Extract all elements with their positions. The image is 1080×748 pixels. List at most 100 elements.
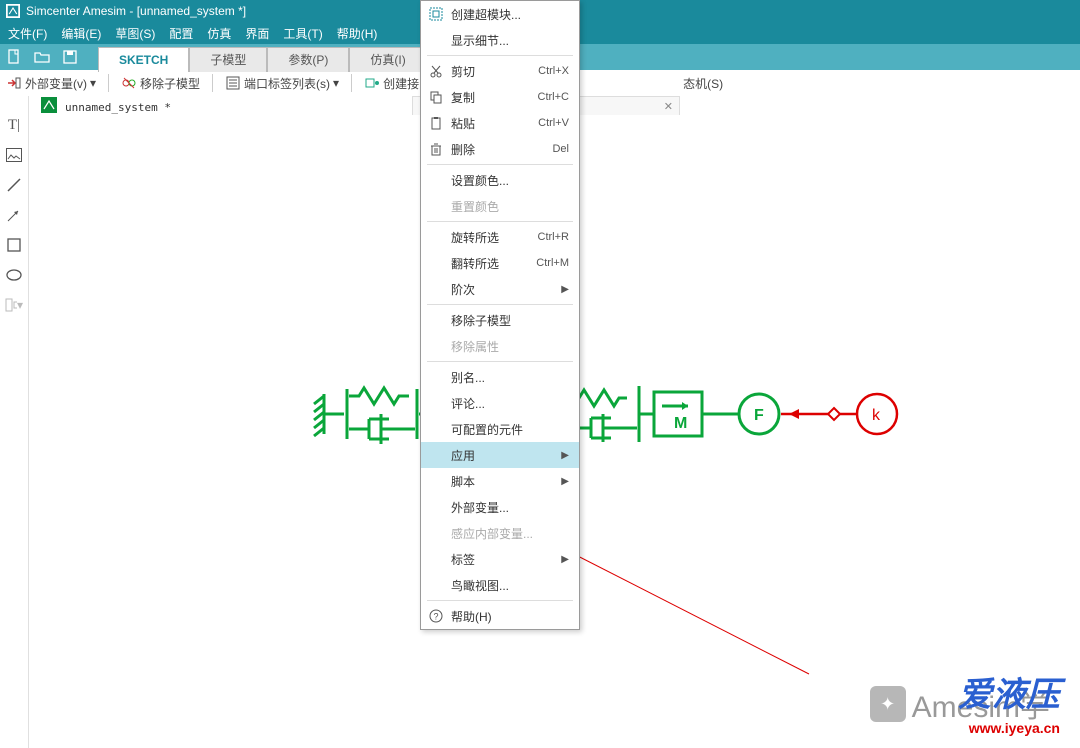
ctx-item[interactable]: 删除Del [421, 136, 579, 162]
chevron-right-icon: ▶ [561, 476, 569, 487]
ctx-label: 粘贴 [451, 115, 475, 132]
svg-text:k: k [872, 407, 881, 424]
ctx-item[interactable]: 评论... [421, 390, 579, 416]
ctx-label: 移除子模型 [451, 312, 511, 329]
ctx-item[interactable]: 鸟瞰视图... [421, 572, 579, 598]
menu-help[interactable]: 帮助(H) [337, 25, 378, 42]
ctx-label: 评论... [451, 395, 485, 412]
ctx-label: 重置颜色 [451, 198, 499, 215]
ctx-label: 设置颜色... [451, 172, 509, 189]
context-menu[interactable]: 创建超模块...显示细节...剪切Ctrl+X复制Ctrl+C粘贴Ctrl+V删… [420, 0, 580, 630]
image-tool-icon[interactable] [5, 146, 23, 164]
mode-tabs: SKETCH 子模型 参数(P) 仿真(I) [98, 45, 427, 70]
ctx-item[interactable]: 旋转所选Ctrl+R [421, 224, 579, 250]
tab-submodel[interactable]: 子模型 [189, 47, 267, 72]
ctx-item[interactable]: 设置颜色... [421, 167, 579, 193]
ctx-item: 重置颜色 [421, 193, 579, 219]
tab-simulation[interactable]: 仿真(I) [349, 47, 426, 72]
ctx-item[interactable]: 创建超模块... [421, 1, 579, 27]
doc-icon [41, 97, 57, 113]
tab-sketch[interactable]: SKETCH [98, 47, 189, 72]
rect-tool-icon[interactable] [5, 236, 23, 254]
ctx-label: 创建超模块... [451, 6, 521, 23]
align-tool-icon[interactable]: ▾ [5, 296, 23, 314]
ctx-item[interactable]: 外部变量... [421, 494, 579, 520]
dropdown-arrow-icon: ▾ [90, 76, 96, 90]
remove-submodel-button[interactable]: 移除子模型 [121, 75, 200, 92]
menu-edit[interactable]: 编辑(E) [61, 25, 101, 42]
tab-parameters[interactable]: 参数(P) [267, 47, 349, 72]
ctx-label: 帮助(H) [451, 608, 492, 625]
ctx-item[interactable]: 可配置的元件 [421, 416, 579, 442]
document-label: unnamed_system * [65, 101, 171, 114]
ctx-label: 显示细节... [451, 32, 509, 49]
watermark-brand: 爱液压 [958, 667, 1060, 716]
line-tool-icon[interactable] [5, 176, 23, 194]
ctx-label: 外部变量... [451, 499, 509, 516]
svg-text:F: F [754, 407, 764, 424]
ctx-label: 别名... [451, 369, 485, 386]
ctx-item[interactable]: 翻转所选Ctrl+M [421, 250, 579, 276]
port-label-list-button[interactable]: 端口标签列表(s)▾ [225, 75, 339, 92]
ctx-label: 复制 [451, 89, 475, 106]
copy-icon [428, 89, 444, 105]
menu-file[interactable]: 文件(F) [8, 25, 47, 42]
ctx-label: 移除属性 [451, 338, 499, 355]
selected-component[interactable] [345, 372, 419, 456]
ctx-label: 阶次 [451, 281, 475, 298]
menu-config[interactable]: 配置 [169, 25, 193, 42]
left-toolbar: T| ▾ [0, 96, 29, 748]
ctx-item[interactable]: 复制Ctrl+C [421, 84, 579, 110]
ctx-label: 应用 [451, 447, 475, 464]
ctx-item[interactable]: 阶次 ▶ [421, 276, 579, 302]
app-icon [6, 4, 20, 18]
annotation-arrow [559, 544, 819, 684]
ctx-item[interactable]: 粘贴Ctrl+V [421, 110, 579, 136]
ellipse-tool-icon[interactable] [5, 266, 23, 284]
ctx-item[interactable]: 脚本 ▶ [421, 468, 579, 494]
menu-sim[interactable]: 仿真 [207, 25, 231, 42]
svg-text:?: ? [434, 612, 439, 622]
chevron-right-icon: ▶ [561, 284, 569, 295]
ctx-item: 感应内部变量... [421, 520, 579, 546]
ctx-label: 剪切 [451, 63, 475, 80]
ctx-label: 鸟瞰视图... [451, 577, 509, 594]
ctx-item[interactable]: 应用 ▶ [421, 442, 579, 468]
external-var-button[interactable]: 外部变量(v)▾ [6, 75, 96, 92]
menu-tools[interactable]: 工具(T) [283, 25, 322, 42]
window-title: Simcenter Amesim - [unnamed_system *] [26, 4, 246, 18]
close-icon[interactable]: ✕ [664, 100, 673, 113]
ctx-item[interactable]: 标签▶ [421, 546, 579, 572]
paste-icon [428, 115, 444, 131]
chevron-right-icon: ▶ [561, 554, 569, 565]
ctx-item[interactable]: 别名... [421, 364, 579, 390]
ctx-item[interactable]: 显示细节... [421, 27, 579, 53]
ctx-item[interactable]: ? 帮助(H) [421, 603, 579, 629]
ctx-label: 翻转所选 [451, 255, 499, 272]
text-tool-icon[interactable]: T| [5, 116, 23, 134]
supercomponent-icon [428, 6, 444, 22]
cut-icon [428, 63, 444, 79]
new-file-icon[interactable] [2, 45, 26, 69]
ctx-label: 删除 [451, 141, 475, 158]
delete-icon [428, 141, 444, 157]
arrow-tool-icon[interactable] [5, 206, 23, 224]
dropdown-arrow-icon: ▾ [333, 76, 339, 90]
svg-text:M: M [674, 415, 687, 432]
ctx-label: 旋转所选 [451, 229, 499, 246]
help-icon: ? [428, 608, 444, 624]
ctx-label: 脚本 [451, 473, 475, 490]
ctx-item[interactable]: 剪切Ctrl+X [421, 58, 579, 84]
state-machine-button[interactable]: 态机(S) [683, 75, 723, 92]
chevron-right-icon: ▶ [561, 450, 569, 461]
menu-sketch[interactable]: 草图(S) [115, 25, 155, 42]
save-file-icon[interactable] [58, 45, 82, 69]
menu-interface[interactable]: 界面 [245, 25, 269, 42]
open-file-icon[interactable] [30, 45, 54, 69]
watermark-url: www.iyeya.cn [969, 720, 1060, 736]
ctx-item[interactable]: 移除子模型 [421, 307, 579, 333]
ctx-label: 可配置的元件 [451, 421, 523, 438]
ctx-label: 感应内部变量... [451, 525, 533, 542]
wechat-icon: ✦ [870, 686, 906, 722]
ctx-item: 移除属性 [421, 333, 579, 359]
